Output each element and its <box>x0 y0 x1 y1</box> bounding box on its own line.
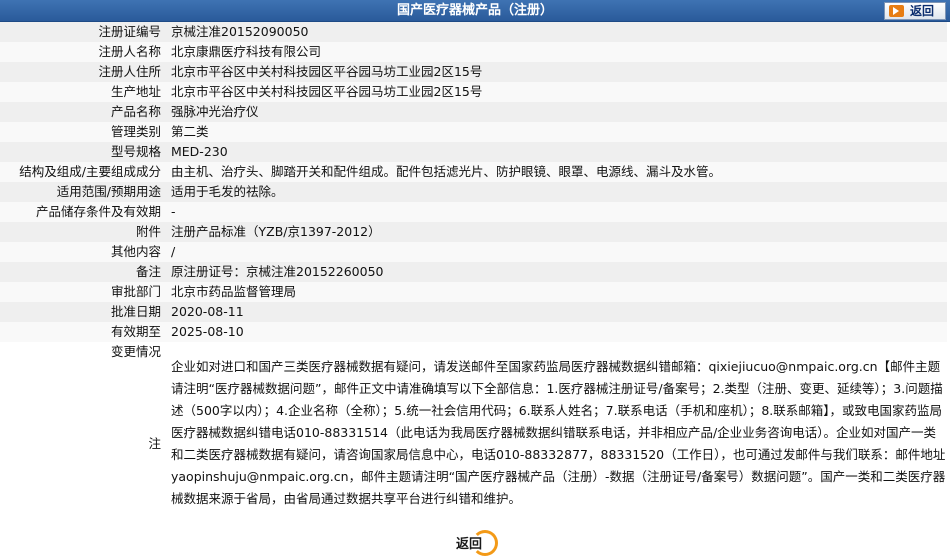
field-value: 由主机、治疗头、脚踏开关和配件组成。配件包括滤光片、防护眼镜、眼罩、电源线、漏斗… <box>166 162 947 182</box>
field-value: 北京康鼎医疗科技有限公司 <box>166 42 947 62</box>
field-label: 批准日期 <box>0 302 166 322</box>
field-label: 产品名称 <box>0 102 166 122</box>
table-row: 管理类别 第二类 <box>0 122 947 142</box>
note-block: 变更情况注企业如对进口和国产三类医疗器械数据有疑问，请发送邮件至国家药监局医疗器… <box>0 342 947 530</box>
field-label: 附件 <box>0 222 166 242</box>
back-button-bottom[interactable]: 返回 <box>446 530 498 556</box>
back-button-label: 返回 <box>455 536 482 552</box>
field-value: 北京市平谷区中关村科技园区平谷园马坊工业园2区15号 <box>166 62 947 82</box>
title-bar: 国产医疗器械产品（注册） 返回 <box>0 0 950 22</box>
field-value: 2025-08-10 <box>166 322 947 342</box>
table-row: 适用范围/预期用途 适用于毛发的祛除。 <box>0 182 947 202</box>
table-row: 结构及组成/主要组成成分 由主机、治疗头、脚踏开关和配件组成。配件包括滤光片、防护… <box>0 162 947 182</box>
field-value: 北京市药品监督管理局 <box>166 282 947 302</box>
field-label: 产品储存条件及有效期 <box>0 202 166 222</box>
table-row: 型号规格 MED-230 <box>0 142 947 162</box>
note-labels: 变更情况注 <box>0 342 166 530</box>
table-row: 附件 注册产品标准（YZB/京1397-2012） <box>0 222 947 242</box>
table-row: 产品名称 强脉冲光治疗仪 <box>0 102 947 122</box>
field-label: 型号规格 <box>0 142 166 162</box>
change-note-cell: 变更情况注企业如对进口和国产三类医疗器械数据有疑问，请发送邮件至国家药监局医疗器… <box>0 342 947 530</box>
table-row: 产品储存条件及有效期 - <box>0 202 947 222</box>
field-value: / <box>166 242 947 262</box>
table-row: 备注 原注册证号：京械注准20152260050 <box>0 262 947 282</box>
field-value: MED-230 <box>166 142 947 162</box>
table-row: 批准日期 2020-08-11 <box>0 302 947 322</box>
change-note-row: 变更情况注企业如对进口和国产三类医疗器械数据有疑问，请发送邮件至国家药监局医疗器… <box>0 342 947 530</box>
note-text: 企业如对进口和国产三类医疗器械数据有疑问，请发送邮件至国家药监局医疗器械数据纠错… <box>171 359 946 506</box>
field-label: 有效期至 <box>0 322 166 342</box>
field-label: 注册证编号 <box>0 22 166 42</box>
field-value: 第二类 <box>166 122 947 142</box>
field-label: 注册人住所 <box>0 62 166 82</box>
change-label: 变更情况 <box>110 344 161 359</box>
field-label: 备注 <box>0 262 166 282</box>
field-label: 其他内容 <box>0 242 166 262</box>
field-value: 2020-08-11 <box>166 302 947 322</box>
table-row: 注册证编号 京械注准20152090050 <box>0 22 947 42</box>
field-label: 结构及组成/主要组成成分 <box>0 162 166 182</box>
table-row: 注册人名称 北京康鼎医疗科技有限公司 <box>0 42 947 62</box>
note-label: 注 <box>148 436 161 451</box>
field-value: 北京市平谷区中关村科技园区平谷园马坊工业园2区15号 <box>166 82 947 102</box>
field-value: 适用于毛发的祛除。 <box>166 182 947 202</box>
field-value: 强脉冲光治疗仪 <box>166 102 947 122</box>
table-row: 有效期至 2025-08-10 <box>0 322 947 342</box>
field-label: 生产地址 <box>0 82 166 102</box>
field-value: - <box>166 202 947 222</box>
table-row: 审批部门 北京市药品监督管理局 <box>0 282 947 302</box>
field-value: 京械注准20152090050 <box>166 22 947 42</box>
arrow-right-icon <box>889 5 904 17</box>
field-label: 适用范围/预期用途 <box>0 182 166 202</box>
back-button-label: 返回 <box>910 4 935 18</box>
page-title: 国产医疗器械产品（注册） <box>396 3 553 18</box>
field-label: 审批部门 <box>0 282 166 302</box>
table-row: 其他内容 / <box>0 242 947 262</box>
table-row: 生产地址 北京市平谷区中关村科技园区平谷园马坊工业园2区15号 <box>0 82 947 102</box>
table-row: 注册人住所 北京市平谷区中关村科技园区平谷园马坊工业园2区15号 <box>0 62 947 82</box>
field-label: 管理类别 <box>0 122 166 142</box>
field-value: 注册产品标准（YZB/京1397-2012） <box>166 222 947 242</box>
field-label: 注册人名称 <box>0 42 166 62</box>
detail-table: 注册证编号 京械注准20152090050 注册人名称 北京康鼎医疗科技有限公司 注册人… <box>0 22 947 530</box>
back-button-top[interactable]: 返回 <box>884 2 946 20</box>
field-value: 原注册证号：京械注准20152260050 <box>166 262 947 282</box>
